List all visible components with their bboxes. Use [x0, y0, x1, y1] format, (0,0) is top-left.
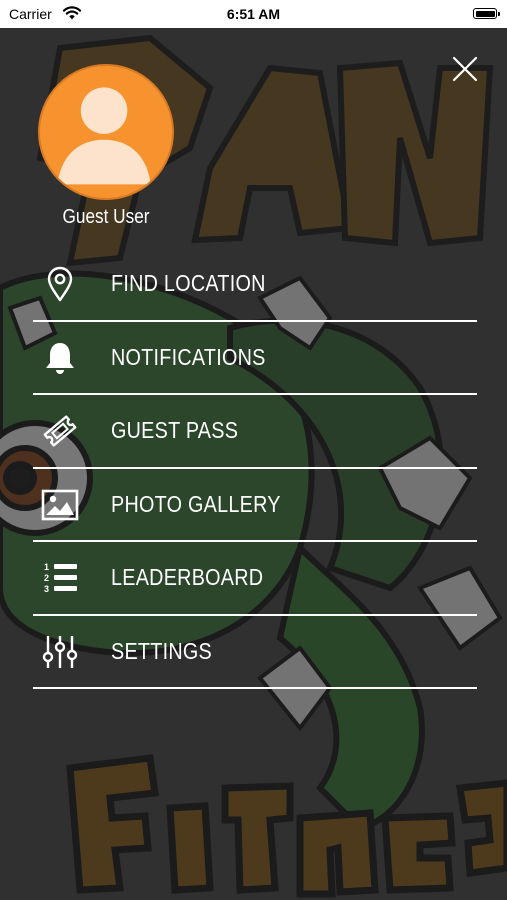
svg-text:1: 1 [44, 562, 49, 572]
user-name: Guest User [62, 206, 150, 228]
svg-text:3: 3 [44, 584, 49, 594]
location-pin-icon [47, 266, 73, 302]
menu-drawer-screen: Carrier 6:51 AM Guest User FIND LOCATION… [0, 0, 507, 900]
menu-item-label: FIND LOCATION [111, 270, 266, 296]
image-icon [41, 489, 79, 520]
status-bar: Carrier 6:51 AM [0, 0, 507, 28]
drawer-menu: FIND LOCATION NOTIFICATIONS GUEST PASS P… [33, 248, 477, 689]
menu-item-label: GUEST PASS [111, 417, 239, 443]
menu-item-label: LEADERBOARD [111, 564, 264, 590]
menu-item-leaderboard[interactable]: 1 2 3 LEADERBOARD [33, 542, 477, 616]
menu-item-label: NOTIFICATIONS [111, 343, 266, 370]
numbered-list-icon: 1 2 3 [44, 562, 77, 594]
menu-item-photo-gallery[interactable]: PHOTO GALLERY [33, 469, 477, 542]
svg-text:2: 2 [44, 573, 49, 583]
menu-item-label: PHOTO GALLERY [111, 490, 281, 517]
menu-item-settings[interactable]: SETTINGS [33, 616, 477, 689]
close-icon[interactable] [452, 56, 478, 82]
battery-icon [473, 8, 500, 19]
menu-item-find-location[interactable]: FIND LOCATION [33, 248, 477, 322]
menu-item-notifications[interactable]: NOTIFICATIONS [33, 322, 477, 395]
menu-item-guest-pass[interactable]: GUEST PASS [33, 395, 477, 469]
ticket-icon [43, 415, 77, 447]
avatar[interactable] [38, 64, 174, 200]
status-time: 6:51 AM [226, 6, 281, 22]
sliders-icon [42, 635, 78, 668]
bell-icon [46, 342, 74, 374]
menu-item-label: SETTINGS [111, 637, 212, 664]
user-silhouette-icon [57, 87, 151, 185]
